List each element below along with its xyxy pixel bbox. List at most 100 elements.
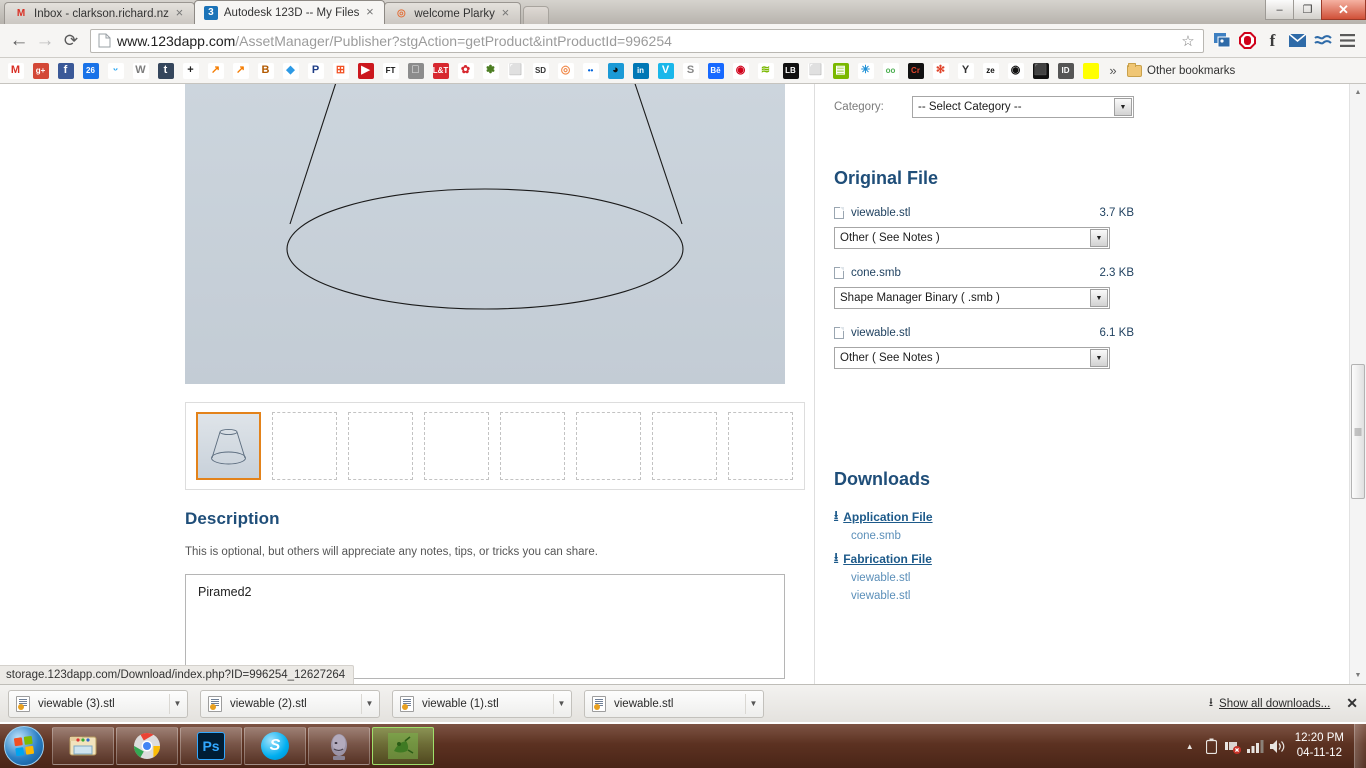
feedly-icon[interactable] xyxy=(1310,28,1335,54)
chevron-down-icon[interactable]: ▼ xyxy=(1090,229,1108,247)
browser-tab-autodesk-123d[interactable]: 3 Autodesk 123D -- My Files × xyxy=(193,0,386,24)
thumbnail-1[interactable] xyxy=(272,412,337,480)
bookmark-frog-icon[interactable]: ✽ xyxy=(478,60,503,82)
bookmark-cr-icon[interactable]: Cr xyxy=(903,60,928,82)
scroll-up-icon[interactable]: ▲ xyxy=(1350,84,1366,101)
browser-tab-welcome-plarky[interactable]: ◎ welcome Plarky × xyxy=(384,2,521,24)
bookmark-paypal-icon[interactable]: P xyxy=(303,60,328,82)
bookmark-b-icon[interactable]: B xyxy=(253,60,278,82)
scroll-down-icon[interactable]: ▼ xyxy=(1350,667,1366,684)
chrome-menu-icon[interactable] xyxy=(1335,28,1360,54)
download-file-link[interactable]: viewable.stl xyxy=(851,590,1134,602)
taskbar-photoshop-button[interactable]: Ps xyxy=(180,727,242,765)
bookmark-lordandtaylor-icon[interactable]: L&T xyxy=(428,60,453,82)
bookmark-windows-icon[interactable]: ⊞ xyxy=(328,60,353,82)
thumbnail-0[interactable] xyxy=(196,412,261,480)
bookmark-circle-dark-icon[interactable]: ◕ xyxy=(603,60,628,82)
chevron-down-icon[interactable]: ▼ xyxy=(745,693,761,714)
adblock-icon[interactable] xyxy=(1235,28,1260,54)
bookmark-analytics-icon[interactable]: ↗ xyxy=(203,60,228,82)
taskbar-autodesk-123d-button[interactable] xyxy=(372,727,434,765)
bookmark-plus-icon[interactable]: + xyxy=(178,60,203,82)
new-tab-button[interactable] xyxy=(522,6,549,24)
chevron-down-icon[interactable]: ▼ xyxy=(1114,98,1132,116)
bookmark-document-icon[interactable]: ⬜ xyxy=(503,60,528,82)
bookmark-dropbox-icon[interactable]: ◆ xyxy=(278,60,303,82)
download-fabrication-file-link[interactable]: ⭳ Fabrication File xyxy=(834,548,1134,569)
file-type-select-0[interactable]: Other ( See Notes ) ▼ xyxy=(834,227,1110,249)
bookmark-twitter-icon[interactable]: ᵕ xyxy=(103,60,128,82)
download-item[interactable]: viewable (1).stl ▼ xyxy=(392,689,572,718)
forward-icon[interactable]: → xyxy=(32,28,58,54)
close-icon[interactable]: × xyxy=(173,6,186,20)
bookmark-tumblr-icon[interactable]: t xyxy=(153,60,178,82)
file-type-select-1[interactable]: Shape Manager Binary ( .smb ) ▼ xyxy=(834,287,1110,309)
bookmark-youtube-icon[interactable]: ▶ xyxy=(353,60,378,82)
mail-icon[interactable] xyxy=(1285,28,1310,54)
bookmark-tablet-icon[interactable]: ⬛ xyxy=(1028,60,1053,82)
bookmark-sd-icon[interactable]: SD xyxy=(528,60,553,82)
taskbar-head-model-button[interactable] xyxy=(308,727,370,765)
bookmark-lb-icon[interactable]: LB xyxy=(778,60,803,82)
bookmark-eye-icon[interactable]: ◉ xyxy=(1003,60,1028,82)
bookmark-yellow-icon[interactable] xyxy=(1078,60,1103,82)
thumbnail-2[interactable] xyxy=(348,412,413,480)
star-icon[interactable]: ☆ xyxy=(1177,30,1199,52)
scrollbar-thumb[interactable] xyxy=(1351,364,1365,499)
bookmark-linkedin-icon[interactable]: in xyxy=(628,60,653,82)
bookmark-wave-icon[interactable]: ≋ xyxy=(753,60,778,82)
bookmark-id-icon[interactable]: ID xyxy=(1053,60,1078,82)
windows-start-orb[interactable] xyxy=(4,726,44,766)
bookmark-record-icon[interactable]: ◉ xyxy=(728,60,753,82)
thumbnail-6[interactable] xyxy=(652,412,717,480)
bookmark-color-wheel-icon[interactable]: ✻ xyxy=(928,60,953,82)
facebook-icon[interactable]: f xyxy=(1260,28,1285,54)
bookmark-analytics-b-icon[interactable]: ↗ xyxy=(228,60,253,82)
bookmark-gmail-icon[interactable]: M xyxy=(3,60,28,82)
bookmark-financial-times-icon[interactable]: FT xyxy=(378,60,403,82)
thumbnail-3[interactable] xyxy=(424,412,489,480)
network-error-icon[interactable] xyxy=(1223,731,1245,761)
address-bar[interactable]: www.123dapp.com/AssetManager/Publisher?s… xyxy=(90,28,1204,53)
image-stack-icon[interactable] xyxy=(1210,28,1235,54)
battery-icon[interactable] xyxy=(1201,731,1223,761)
taskbar-skype-button[interactable]: S xyxy=(244,727,306,765)
close-icon[interactable]: ✕ xyxy=(1346,695,1358,712)
bookmark-oo-icon[interactable]: oo xyxy=(878,60,903,82)
bookmark-apple-icon[interactable]:  xyxy=(403,60,428,82)
bookmark-star-blue-icon[interactable]: ✳ xyxy=(853,60,878,82)
taskbar-clock[interactable]: 12:20 PM 04-11-12 xyxy=(1289,731,1354,761)
bookmark-google-plus-icon[interactable]: g+ xyxy=(28,60,53,82)
thumbnail-5[interactable] xyxy=(576,412,641,480)
close-button[interactable]: ✕ xyxy=(1321,0,1366,20)
bookmark-y-icon[interactable]: Y xyxy=(953,60,978,82)
download-item[interactable]: viewable.stl ▼ xyxy=(584,689,764,718)
download-file-link[interactable]: cone.smb xyxy=(851,530,1134,542)
bookmark-blank-page-icon[interactable]: ⬜ xyxy=(803,60,828,82)
chevron-down-icon[interactable]: ▼ xyxy=(169,693,185,714)
minimize-button[interactable]: – xyxy=(1265,0,1294,20)
volume-icon[interactable] xyxy=(1267,731,1289,761)
category-select[interactable]: -- Select Category -- ▼ xyxy=(912,96,1134,118)
download-file-link[interactable]: viewable.stl xyxy=(851,572,1134,584)
bookmark-flickr-icon[interactable]: •• xyxy=(578,60,603,82)
download-item[interactable]: viewable (2).stl ▼ xyxy=(200,689,380,718)
close-icon[interactable]: × xyxy=(499,6,512,20)
bookmark-wordpress-icon[interactable]: W xyxy=(128,60,153,82)
taskbar-chrome-button[interactable] xyxy=(116,727,178,765)
bookmark-green-note-icon[interactable]: ▤ xyxy=(828,60,853,82)
bookmark-calendar-icon[interactable]: 26 xyxy=(78,60,103,82)
bookmark-behance-icon[interactable]: Bē xyxy=(703,60,728,82)
page-scrollbar[interactable]: ▲ ▼ xyxy=(1349,84,1366,684)
file-type-select-2[interactable]: Other ( See Notes ) ▼ xyxy=(834,347,1110,369)
show-hidden-icons[interactable]: ▲ xyxy=(1179,731,1201,761)
show-all-downloads-link[interactable]: Show all downloads... xyxy=(1219,698,1330,710)
bookmarks-overflow-icon[interactable]: » xyxy=(1105,63,1121,78)
bookmark-scribd-icon[interactable]: S xyxy=(678,60,703,82)
bookmark-vimeo-icon[interactable]: V xyxy=(653,60,678,82)
close-icon[interactable]: × xyxy=(363,5,376,19)
signal-icon[interactable] xyxy=(1245,731,1267,761)
download-application-file-link[interactable]: ⭳ Application File xyxy=(834,506,1134,527)
show-desktop-button[interactable] xyxy=(1354,724,1366,768)
maximize-button[interactable]: ❐ xyxy=(1293,0,1322,20)
